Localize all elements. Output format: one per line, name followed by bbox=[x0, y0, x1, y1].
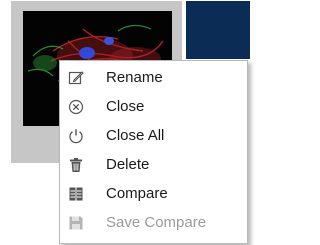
menu-item-compare[interactable]: Compare bbox=[60, 180, 247, 208]
context-menu: Rename Close Close All Delete Compare Sa… bbox=[59, 60, 248, 244]
menu-item-close-all[interactable]: Close All bbox=[60, 122, 247, 150]
menu-item-rename[interactable]: Rename bbox=[60, 64, 247, 92]
trash-icon bbox=[68, 157, 84, 173]
menu-item-save-compare[interactable]: Save Compare bbox=[60, 209, 247, 237]
menu-item-label: Rename bbox=[106, 69, 163, 86]
menu-item-close[interactable]: Close bbox=[60, 93, 247, 121]
menu-item-label: Close bbox=[106, 98, 145, 115]
save-icon bbox=[68, 215, 84, 231]
menu-item-label: Close All bbox=[106, 127, 165, 144]
menu-item-label: Save Compare bbox=[106, 214, 207, 231]
background-panel bbox=[186, 1, 250, 59]
power-icon bbox=[68, 128, 84, 144]
rename-icon bbox=[68, 70, 84, 86]
menu-item-delete[interactable]: Delete bbox=[60, 151, 247, 179]
menu-item-label: Compare bbox=[106, 185, 168, 202]
close-icon bbox=[68, 99, 84, 115]
menu-item-label: Delete bbox=[106, 156, 150, 173]
compare-icon bbox=[68, 186, 84, 202]
